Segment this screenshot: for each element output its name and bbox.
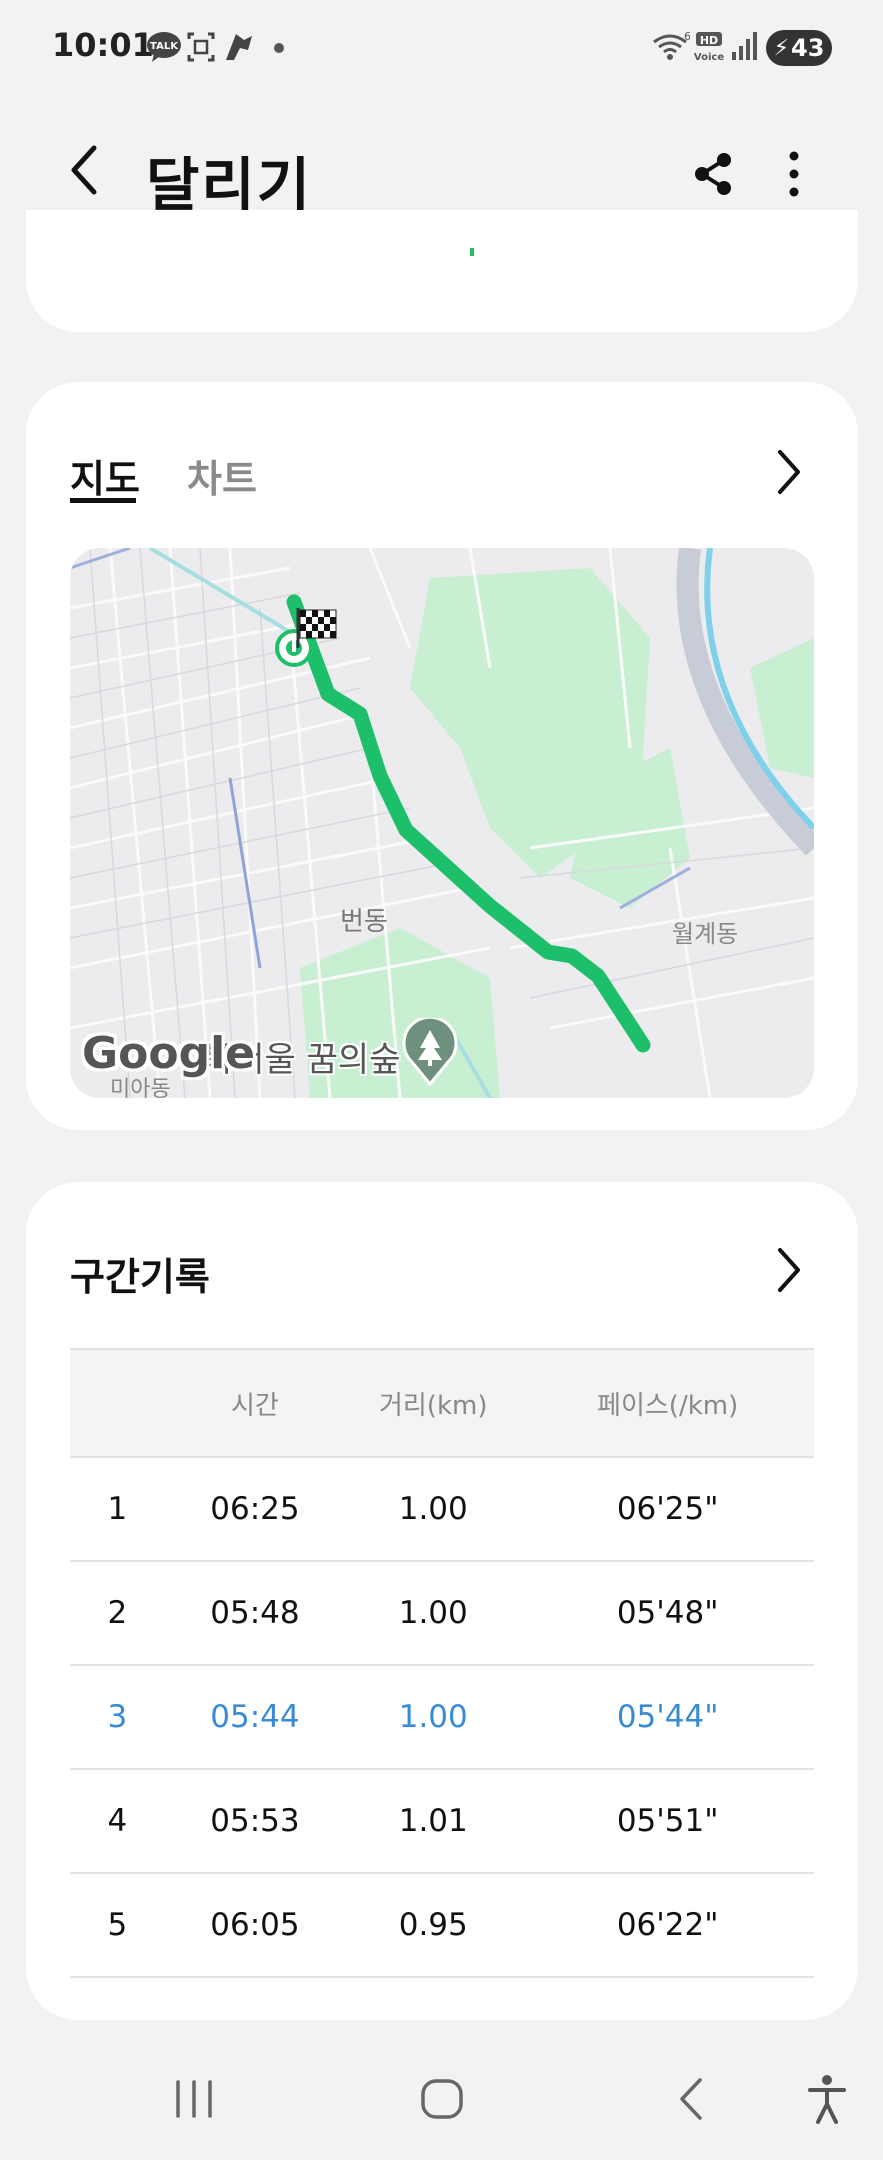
lap-number: 2 <box>70 1561 165 1666</box>
column-header-distance: 거리(km) <box>345 1348 522 1458</box>
lap-time: 06:05 <box>164 1873 346 1978</box>
table-row: 2 05:48 1.00 05'48" <box>70 1561 814 1666</box>
tab-map-indicator <box>70 498 136 503</box>
back-button[interactable] <box>60 140 112 200</box>
map-label-neighborhood: 번동 <box>340 907 388 937</box>
more-options-button[interactable] <box>776 148 812 200</box>
lap-time: 06:25 <box>164 1457 346 1562</box>
share-button[interactable] <box>690 148 738 200</box>
svg-text:TALK: TALK <box>150 41 179 52</box>
summary-chart-mark <box>470 248 474 256</box>
lap-distance: 1.00 <box>345 1561 522 1666</box>
wifi-icon: 6 <box>653 30 690 60</box>
more-vertical-icon <box>789 151 799 197</box>
lap-time: 05:48 <box>164 1561 346 1666</box>
kakaotalk-icon: TALK <box>147 32 181 62</box>
hd-voice-icon: HD Voice <box>694 32 724 63</box>
lap-distance: 1.00 <box>345 1665 522 1770</box>
lap-number: 3 <box>70 1665 165 1770</box>
google-logo: Google <box>82 1028 255 1079</box>
column-header-pace: 페이스(/km) <box>521 1348 814 1458</box>
app-icon <box>226 34 252 60</box>
lap-distance: 1.00 <box>345 1457 522 1562</box>
back-icon <box>680 2078 702 2120</box>
column-header-time: 시간 <box>164 1348 346 1458</box>
main-road <box>70 548 131 570</box>
table-row: 5 06:05 0.95 06'22" <box>70 1873 814 1978</box>
signal-icon <box>732 32 757 60</box>
accessibility-icon <box>808 2075 846 2124</box>
lap-number: 5 <box>70 1873 165 1978</box>
table-row: 4 05:53 1.01 05'51" <box>70 1769 814 1874</box>
battery-level: 43 <box>791 34 825 62</box>
status-time: 10:01 <box>52 26 154 64</box>
chevron-right-icon <box>778 1248 800 1292</box>
share-icon <box>695 153 731 195</box>
home-icon <box>421 2079 463 2119</box>
park-pin-icon <box>402 1018 458 1087</box>
lap-pace: 05'48" <box>521 1561 814 1666</box>
summary-card <box>26 210 858 332</box>
map-detail-button[interactable] <box>768 444 808 500</box>
chevron-right-icon <box>778 450 800 494</box>
lap-distance: 0.95 <box>345 1873 522 1978</box>
table-row: 1 06:25 1.00 06'25" <box>70 1457 814 1562</box>
map-canvas: 번동 월계동 미아동 <box>70 548 814 1098</box>
lap-time: 05:44 <box>164 1665 346 1770</box>
lap-distance: 1.01 <box>345 1769 522 1874</box>
map-label-neighborhood: 미아동 <box>110 1077 171 1098</box>
dot-icon <box>274 43 284 53</box>
lap-time: 05:53 <box>164 1769 346 1874</box>
screenshot-icon <box>187 32 215 62</box>
lap-number: 1 <box>70 1457 165 1562</box>
battery-indicator: ⚡ 43 <box>766 30 832 66</box>
lap-pace: 06'25" <box>521 1457 814 1562</box>
laps-detail-button[interactable] <box>768 1242 808 1298</box>
column-header-lap <box>70 1348 165 1458</box>
table-header-row: 시간 거리(km) 페이스(/km) <box>70 1348 814 1458</box>
recents-icon <box>176 2080 212 2118</box>
tab-chart[interactable]: 차트 <box>187 448 257 503</box>
svg-text:6: 6 <box>684 30 690 43</box>
nav-back-button[interactable] <box>672 2070 712 2130</box>
accessibility-button[interactable] <box>804 2070 850 2130</box>
lap-pace: 06'22" <box>521 1873 814 1978</box>
laps-title: 구간기록 <box>70 1255 210 1299</box>
recents-button[interactable] <box>170 2070 220 2130</box>
charging-icon: ⚡ <box>773 35 790 61</box>
lap-pace: 05'51" <box>521 1769 814 1874</box>
chevron-left-icon <box>71 145 97 195</box>
laps-table: 시간 거리(km) 페이스(/km) 1 06:25 1.00 06'25" 2… <box>70 1348 814 1978</box>
svg-text:Voice: Voice <box>694 52 724 63</box>
map-label-neighborhood: 월계동 <box>672 920 738 948</box>
home-button[interactable] <box>418 2070 468 2130</box>
svg-text:HD: HD <box>700 34 718 47</box>
route-map[interactable]: 번동 월계동 미아동 북서울 꿈의숲 Google <box>70 548 814 1098</box>
lap-number: 4 <box>70 1769 165 1874</box>
tab-map[interactable]: 지도 <box>70 448 140 503</box>
lap-pace: 05'44" <box>521 1665 814 1770</box>
table-row-highlighted: 3 05:44 1.00 05'44" <box>70 1665 814 1770</box>
